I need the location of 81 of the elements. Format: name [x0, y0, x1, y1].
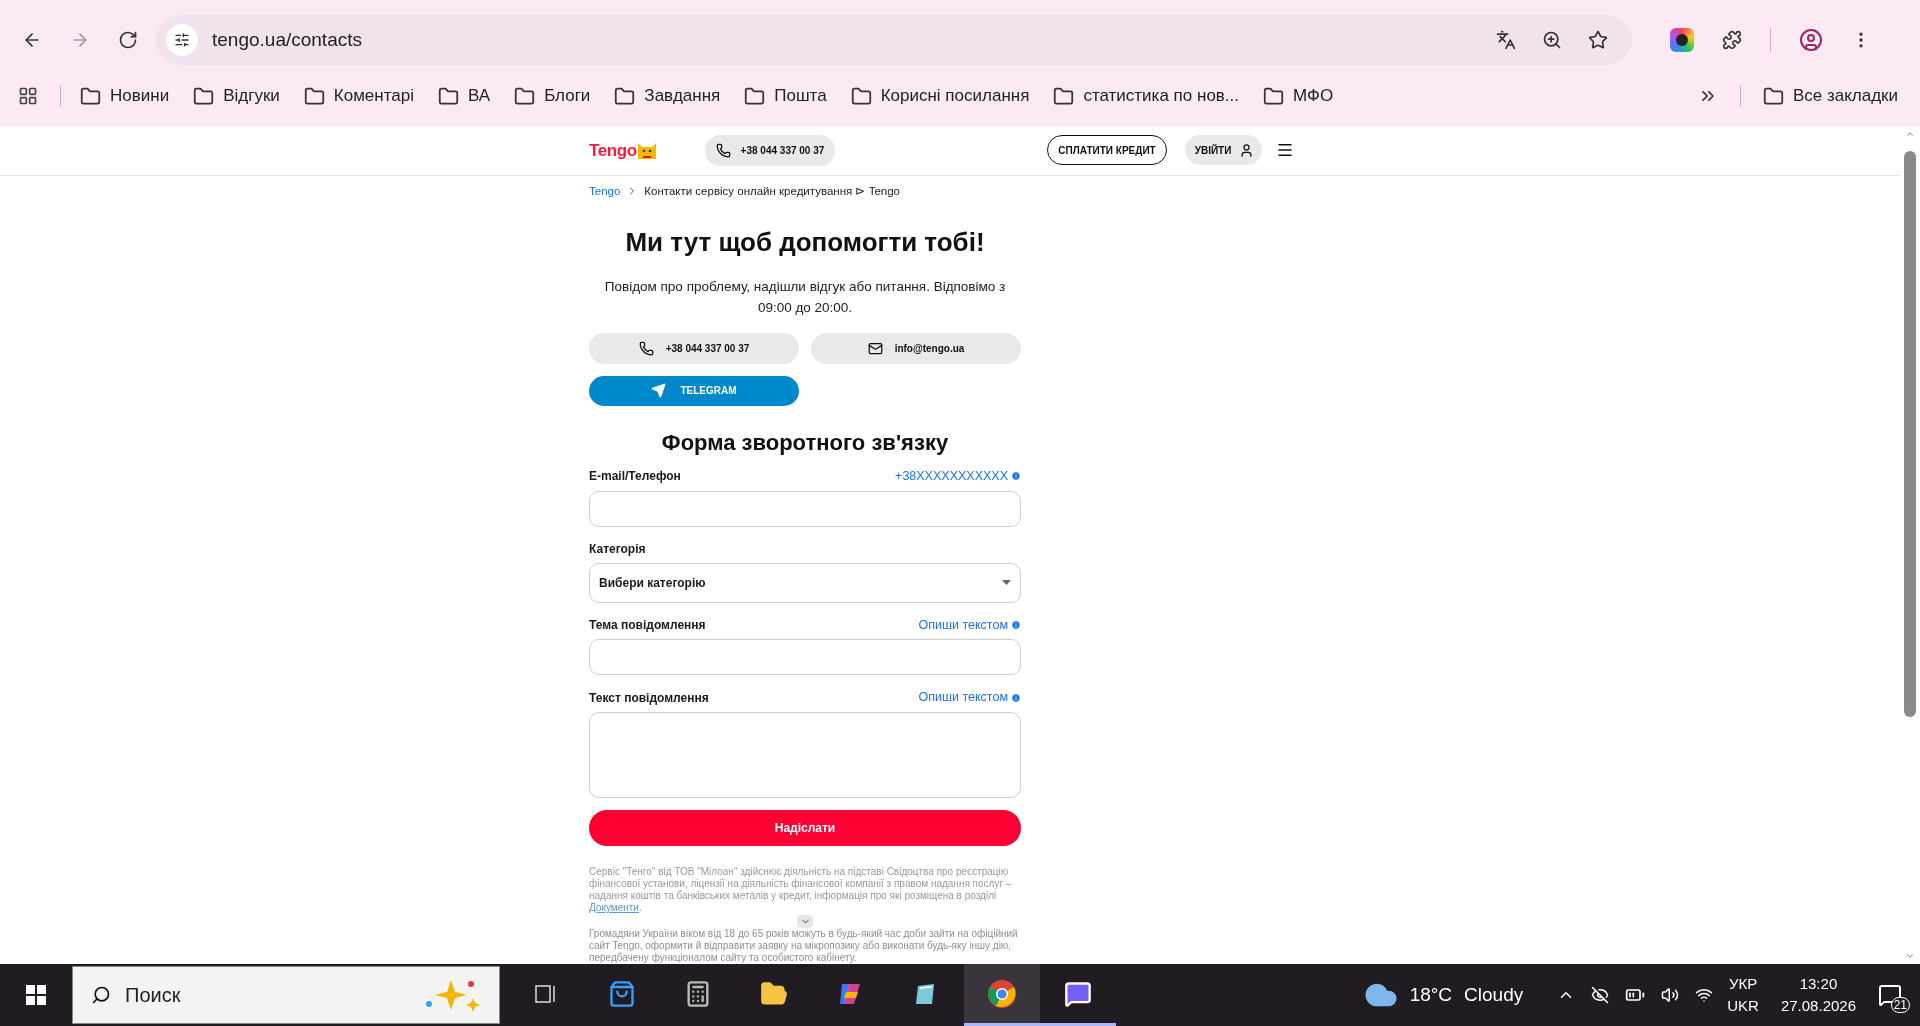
- field-hint: Опиши текстом: [918, 689, 1008, 707]
- scroll-up-icon[interactable]: [1905, 129, 1915, 139]
- all-bookmarks-folder[interactable]: Все закладки: [1762, 83, 1898, 109]
- folder-icon: [614, 85, 636, 107]
- bookmark-folder[interactable]: Відгуки: [192, 83, 281, 109]
- translate-icon[interactable]: [1496, 30, 1516, 50]
- language-indicator[interactable]: УКР UKR: [1727, 973, 1759, 1017]
- apps-icon[interactable]: [18, 86, 38, 106]
- zoom-icon[interactable]: [1542, 30, 1562, 50]
- info-icon[interactable]: [1011, 619, 1021, 630]
- field-hint: +38XXXXXXXXXXX: [895, 467, 1008, 485]
- category-select[interactable]: Вибери категорію: [589, 562, 1021, 603]
- dropdown-caret-icon: [1002, 580, 1011, 585]
- telegram-button[interactable]: TELEGRAM: [589, 375, 799, 406]
- search-icon: [91, 985, 111, 1005]
- form-title: Форма зворотного зв'язку: [660, 428, 950, 457]
- folder-icon: [438, 85, 459, 107]
- user-icon: [1239, 142, 1255, 158]
- folder-icon: [193, 85, 215, 107]
- folder-icon: [303, 85, 325, 107]
- weather-temperature[interactable]: 18°C: [1409, 980, 1453, 1010]
- email-button[interactable]: info@tengo.ua: [811, 332, 1021, 364]
- envelope-icon: [867, 340, 883, 356]
- site-settings-icon[interactable]: [174, 32, 190, 48]
- volume-icon[interactable]: [1661, 986, 1680, 1004]
- notification-count: 21: [1890, 997, 1910, 1013]
- folder-icon: [514, 85, 536, 107]
- field-label: Текст повідомлення: [589, 689, 709, 707]
- disclaimer-text: Громадяни України віком від 18 до 65 років можуть в будь-який час доби зайти на офіційний сайт Tengo, оформити й відправити заявку на мікропозику або виконати будь-яку іншу дію, передбачену функціоналом сайту та особистого кабінету.: [589, 928, 1019, 964]
- bookmark-folder[interactable]: Пошта: [743, 83, 828, 109]
- scroll-down-icon[interactable]: [1905, 951, 1915, 961]
- phone-icon: [638, 340, 654, 356]
- login-button[interactable]: УВІЙТИ: [1184, 135, 1263, 166]
- phone-icon: [715, 142, 731, 158]
- reload-icon[interactable]: [118, 30, 138, 50]
- expand-button[interactable]: [797, 914, 813, 928]
- folder-icon: [1263, 85, 1285, 107]
- folder-icon: [744, 85, 766, 107]
- breadcrumb-link[interactable]: Tengo: [589, 182, 621, 200]
- chrome-icon[interactable]: [987, 978, 1017, 1009]
- url-text[interactable]: tengo.ua/contacts: [212, 25, 1496, 55]
- field-hint: Опиши текстом: [918, 616, 1008, 634]
- disclaimer-text: Сервіс "Тенго" від ТОВ "Мілоан" здійснює діяльність на підставі Свідоцтва про реєстрацію фінансової установи, ліцензії на діяльність фінансової компанії з правом надання послуг – надання коштів та банківських металів у кредит, інформація про які розміщена в розділі Документи.: [589, 866, 1013, 914]
- weather-condition[interactable]: Cloudy: [1464, 980, 1524, 1010]
- windows-start-icon[interactable]: [26, 985, 46, 1005]
- color-wheel-icon[interactable]: [1670, 28, 1694, 52]
- extensions-icon[interactable]: [1722, 30, 1742, 50]
- bookmark-star-icon[interactable]: [1588, 30, 1608, 50]
- phone-button[interactable]: +38 044 337 00 37: [704, 134, 836, 166]
- field-label: Тема повідомлення: [589, 616, 706, 634]
- bookmark-folder[interactable]: Блоги: [513, 83, 592, 109]
- profile-icon[interactable]: [1799, 28, 1823, 52]
- folder-icon: [1053, 85, 1075, 107]
- phone-button[interactable]: +38 044 337 00 37: [589, 332, 799, 364]
- bookmark-folder[interactable]: Завдання: [613, 83, 722, 109]
- wifi-icon[interactable]: [1695, 986, 1714, 1004]
- bookmark-folder[interactable]: ВА: [437, 83, 492, 109]
- folder-icon: [850, 85, 872, 107]
- address-bar[interactable]: tengo.ua/contacts: [156, 15, 1632, 65]
- bookmark-folder[interactable]: МФО: [1262, 83, 1335, 109]
- clock[interactable]: 13:20 27.08.2026: [1780, 973, 1856, 1017]
- folder-icon: [80, 85, 101, 107]
- input-field[interactable]: [589, 490, 1021, 527]
- bookmark-folder[interactable]: Новини: [79, 83, 171, 109]
- input-field[interactable]: [589, 639, 1021, 676]
- submit-button[interactable]: Надіслати: [589, 810, 1021, 846]
- info-icon[interactable]: [1011, 471, 1021, 482]
- taskbar-search-field[interactable]: Поиск: [72, 966, 500, 1024]
- field-label: Категорія: [589, 540, 646, 558]
- tengo-logo[interactable]: Tengo: [589, 137, 659, 164]
- store-icon[interactable]: [608, 979, 636, 1008]
- info-icon[interactable]: [1011, 692, 1021, 703]
- page-subtitle: Повідом про проблему, надішли відгук або питання. Відповімо з 09:00 до 20:00.: [603, 277, 1007, 317]
- field-label: E-mail/Телефон: [589, 468, 681, 486]
- bookmark-folder[interactable]: Корисні посилання: [849, 83, 1031, 109]
- breadcrumb-current: Контакти сервісу онлайн кредитування ⊳ Tengo: [644, 183, 900, 199]
- page-title: Ми тут щоб допомогти тобі!: [624, 225, 986, 259]
- paper-plane-icon: [651, 383, 667, 399]
- bookmark-folder[interactable]: статистика по нов...: [1052, 83, 1241, 109]
- folder-icon: [1762, 85, 1784, 107]
- bookmark-folder[interactable]: Коментарі: [302, 83, 415, 109]
